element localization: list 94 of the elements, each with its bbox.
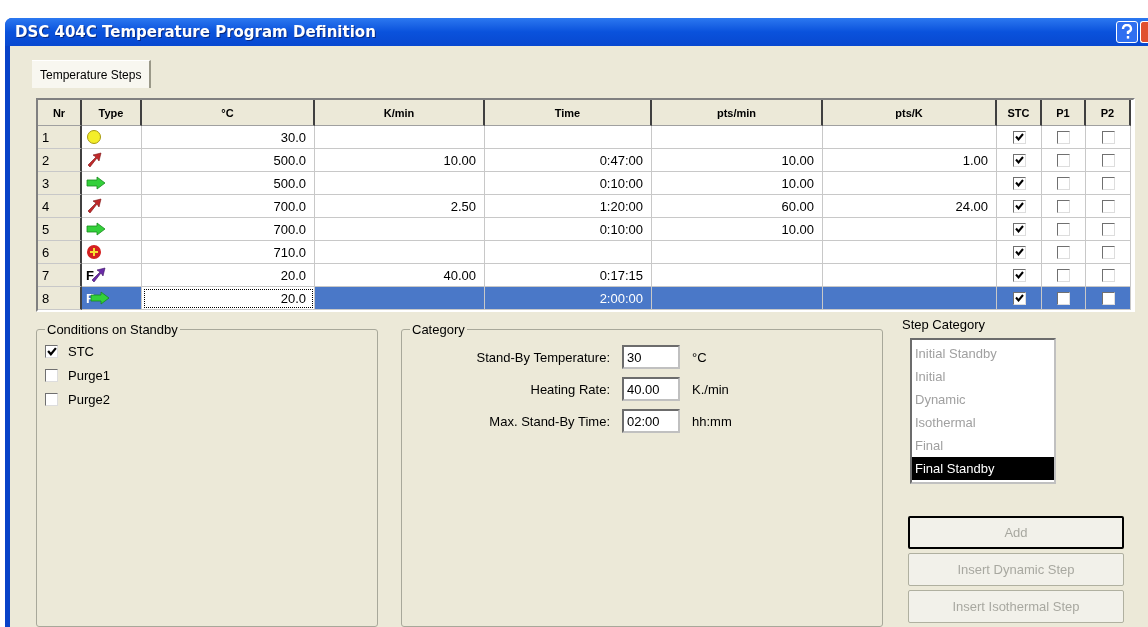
table-cell: 10.00 — [652, 149, 823, 172]
checkbox[interactable] — [1101, 245, 1115, 259]
field-label: Stand-By Temperature: — [475, 349, 610, 365]
column-header[interactable]: STC — [997, 100, 1042, 126]
column-header[interactable]: P1 — [1042, 100, 1086, 126]
diagonal-arrow-icon — [86, 198, 102, 214]
table-cell: 2.50 — [315, 195, 485, 218]
row-number[interactable]: 5 — [38, 218, 82, 241]
table-cell: 1:20:00 — [485, 195, 652, 218]
row-number[interactable]: 6 — [38, 241, 82, 264]
table-cell: 2:00:00 — [485, 287, 652, 310]
checkbox[interactable] — [1012, 153, 1026, 167]
checkbox[interactable] — [1012, 291, 1026, 305]
field-label: Max. Stand-By Time: — [488, 413, 610, 429]
checkbox[interactable] — [1057, 199, 1070, 213]
checkbox[interactable] — [1057, 268, 1070, 282]
column-header[interactable]: pts/K — [823, 100, 997, 126]
checkbox[interactable] — [1101, 222, 1115, 236]
checkbox[interactable] — [1012, 176, 1026, 190]
diagonal-arrow-icon — [86, 152, 102, 168]
table-cell: 60.00 — [652, 195, 823, 218]
checkbox[interactable] — [1057, 245, 1070, 259]
column-header[interactable]: °C — [142, 100, 315, 126]
column-header[interactable]: Time — [485, 100, 652, 126]
checkbox[interactable] — [1101, 199, 1115, 213]
group-title: Category — [411, 322, 466, 337]
table-cell: 10.00 — [315, 149, 485, 172]
checkbox[interactable] — [1057, 153, 1070, 167]
right-arrow-icon — [89, 291, 110, 305]
checkbox[interactable] — [1012, 268, 1026, 282]
row-number[interactable]: 7 — [38, 264, 82, 287]
table-cell: 500.0 — [142, 149, 315, 172]
table-cell: 0:10:00 — [485, 172, 652, 195]
row-number[interactable]: 2 — [38, 149, 82, 172]
unit-label: hh:mm — [692, 413, 733, 429]
table-cell: 24.00 — [823, 195, 997, 218]
checkbox[interactable] — [1057, 291, 1070, 305]
column-header[interactable]: Type — [82, 100, 142, 126]
column-header[interactable]: K/min — [315, 100, 485, 126]
checkbox[interactable] — [1101, 176, 1115, 190]
checkbox-label: Purge2 — [68, 391, 110, 407]
column-header[interactable]: P2 — [1086, 100, 1131, 126]
table-cell: 20.0 — [142, 287, 315, 310]
close-button[interactable] — [1140, 21, 1148, 43]
row-number[interactable]: 8 — [38, 287, 82, 310]
input-field[interactable]: 30 — [622, 345, 680, 369]
checkbox[interactable] — [1057, 130, 1070, 144]
row-number[interactable]: 4 — [38, 195, 82, 218]
checkbox[interactable] — [1101, 153, 1115, 167]
checkbox[interactable] — [45, 392, 58, 406]
input-field[interactable]: 40.00 — [622, 377, 680, 401]
plus-circle-icon — [86, 244, 102, 260]
checkbox[interactable] — [1057, 222, 1070, 236]
checkbox[interactable] — [1012, 199, 1026, 213]
table-cell: 10.00 — [652, 218, 823, 241]
table-cell: 700.0 — [142, 195, 315, 218]
list-item[interactable]: Final Standby — [912, 457, 1054, 480]
input-field[interactable]: 02:00 — [622, 409, 680, 433]
checkbox[interactable] — [45, 344, 58, 358]
unit-label: °C — [692, 349, 708, 365]
checkbox-label: Purge1 — [68, 367, 110, 383]
table-cell: 30.0 — [142, 126, 315, 149]
checkbox-label: STC — [68, 343, 94, 359]
table-cell: 0:47:00 — [485, 149, 652, 172]
checkbox[interactable] — [1101, 268, 1115, 282]
step-letter: F — [86, 267, 94, 283]
row-number[interactable]: 1 — [38, 126, 82, 149]
right-arrow-icon — [86, 176, 106, 190]
right-arrow-icon — [86, 222, 106, 236]
checkbox[interactable] — [1101, 130, 1115, 144]
tab[interactable]: Temperature Steps — [32, 60, 152, 88]
circle-icon — [86, 129, 102, 145]
list-label: Step Category — [902, 317, 987, 332]
row-number[interactable]: 3 — [38, 172, 82, 195]
group-title: Conditions on Standby — [46, 322, 179, 337]
checkbox[interactable] — [1101, 291, 1115, 305]
table-cell: 500.0 — [142, 172, 315, 195]
table-cell: 700.0 — [142, 218, 315, 241]
checkbox[interactable] — [1012, 245, 1026, 259]
diagonal-arrow-icon — [89, 267, 106, 283]
checkbox[interactable] — [1057, 176, 1070, 190]
checkbox[interactable] — [1012, 130, 1026, 144]
column-header[interactable]: Nr — [38, 100, 82, 126]
field-label: Heating Rate: — [529, 381, 610, 397]
table-cell: 710.0 — [142, 241, 315, 264]
table-cell: 0:10:00 — [485, 218, 652, 241]
checkbox[interactable] — [1012, 222, 1026, 236]
checkbox[interactable] — [45, 368, 58, 382]
unit-label: K./min — [692, 381, 730, 397]
table-cell: 10.00 — [652, 172, 823, 195]
table-cell: 1.00 — [823, 149, 997, 172]
help-button[interactable] — [1116, 21, 1138, 43]
window-title: DSC 404C Temperature Program Definition — [15, 23, 376, 41]
column-header[interactable]: pts/min — [652, 100, 823, 126]
